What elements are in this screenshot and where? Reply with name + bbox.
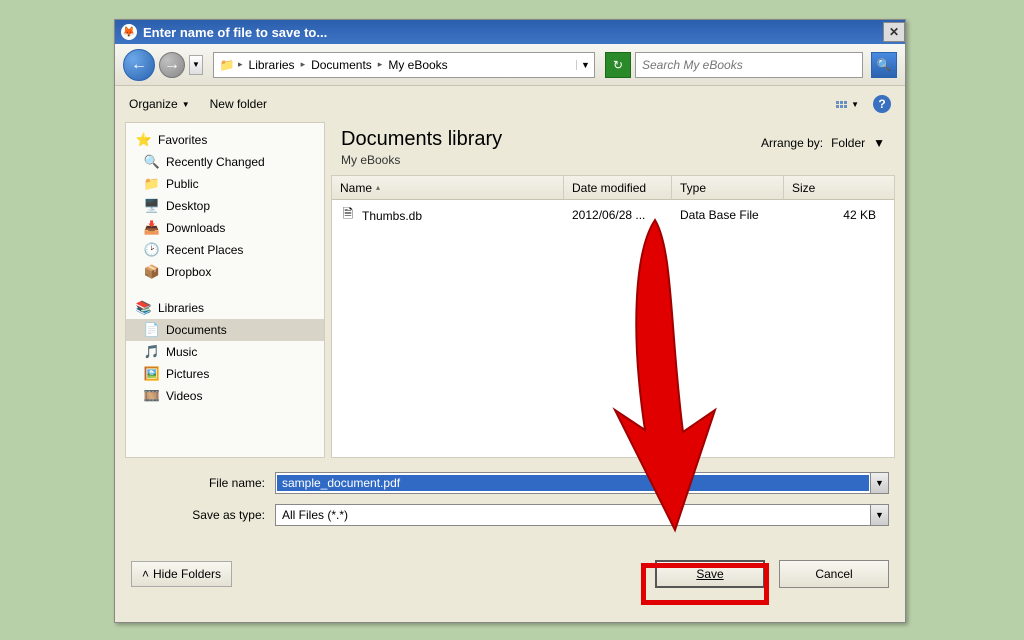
desktop-icon: 🖥️ xyxy=(144,198,160,214)
sidebar-item-videos[interactable]: 🎞️Videos xyxy=(126,385,324,407)
sidebar-item-pictures[interactable]: 🖼️Pictures xyxy=(126,363,324,385)
file-list-header: Name▴ Date modified Type Size xyxy=(332,176,894,200)
document-icon: 📄 xyxy=(144,322,160,338)
saveastype-row: Save as type: All Files (*.*) ▼ xyxy=(131,504,889,526)
new-folder-button[interactable]: New folder xyxy=(210,97,267,111)
filename-value[interactable]: sample_document.pdf xyxy=(277,475,869,491)
chevron-down-icon: ▼ xyxy=(873,136,885,150)
sidebar-item-downloads[interactable]: 📥Downloads xyxy=(126,217,324,239)
chevron-right-icon: ▸ xyxy=(238,59,243,70)
pictures-icon: 🖼️ xyxy=(144,366,160,382)
organize-label: Organize xyxy=(129,97,178,111)
hide-folders-label: Hide Folders xyxy=(153,567,221,581)
music-icon: 🎵 xyxy=(144,344,160,360)
file-name: Thumbs.db xyxy=(362,209,422,223)
column-size[interactable]: Size xyxy=(784,176,884,199)
toolbar: Organize ▼ New folder ▼ ? xyxy=(115,86,905,122)
cancel-button[interactable]: Cancel xyxy=(779,560,889,588)
breadcrumb-myebooks[interactable]: My eBooks xyxy=(384,58,451,72)
view-options-button[interactable]: ▼ xyxy=(836,100,859,109)
chevron-up-icon: ˄ xyxy=(142,567,149,581)
refresh-button[interactable]: ↻ xyxy=(605,52,631,78)
file-list: Name▴ Date modified Type Size 🗎 Thumbs.db… xyxy=(331,175,895,458)
filename-dropdown[interactable]: ▼ xyxy=(870,473,888,493)
breadcrumb-dropdown[interactable]: ▼ xyxy=(576,60,594,70)
nav-bar: ← → ▼ 📁 ▸ Libraries ▸ Documents ▸ My eBo… xyxy=(115,44,905,86)
sidebar-item-music[interactable]: 🎵Music xyxy=(126,341,324,363)
nav-history-dropdown[interactable]: ▼ xyxy=(189,55,203,75)
forward-button[interactable]: → xyxy=(159,52,185,78)
file-size: 42 KB xyxy=(784,206,884,226)
back-button[interactable]: ← xyxy=(123,49,155,81)
file-date: 2012/06/28 ... xyxy=(564,206,672,226)
search-box[interactable] xyxy=(635,52,863,78)
sidebar-favorites-header[interactable]: ⭐ Favorites xyxy=(126,129,324,151)
sort-asc-icon: ▴ xyxy=(376,183,380,192)
sidebar-item-recently-changed[interactable]: 🔍Recently Changed xyxy=(126,151,324,173)
sidebar-item-documents[interactable]: 📄Documents xyxy=(126,319,324,341)
chevron-down-icon: ▼ xyxy=(182,100,190,109)
new-folder-label: New folder xyxy=(210,97,267,111)
save-dialog: 🦊 Enter name of file to save to... ✕ ← →… xyxy=(114,19,906,623)
save-button[interactable]: Save xyxy=(655,560,765,588)
chevron-down-icon: ▼ xyxy=(851,100,859,109)
breadcrumb-documents[interactable]: Documents xyxy=(307,58,376,72)
library-subtitle: My eBooks xyxy=(341,153,502,167)
downloads-icon: 📥 xyxy=(144,220,160,236)
arrange-label: Arrange by: xyxy=(761,136,823,150)
sidebar-item-dropbox[interactable]: 📦Dropbox xyxy=(126,261,324,283)
filename-combo[interactable]: sample_document.pdf ▼ xyxy=(275,472,889,494)
library-header: Documents library My eBooks Arrange by: … xyxy=(331,122,895,175)
saveastype-dropdown[interactable]: ▼ xyxy=(870,505,888,525)
search-input[interactable] xyxy=(642,58,856,72)
star-icon: ⭐ xyxy=(136,132,152,148)
breadcrumb-libraries[interactable]: Libraries xyxy=(245,58,299,72)
column-date[interactable]: Date modified xyxy=(564,176,672,199)
sidebar-favorites-label: Favorites xyxy=(158,133,207,147)
column-name[interactable]: Name▴ xyxy=(332,176,564,199)
bottom-panel: File name: sample_document.pdf ▼ Save as… xyxy=(115,458,905,598)
folder-icon: 📁 xyxy=(144,176,160,192)
recent-icon: 🕑 xyxy=(144,242,160,258)
sidebar-item-public[interactable]: 📁Public xyxy=(126,173,324,195)
videos-icon: 🎞️ xyxy=(144,388,160,404)
content-area: Documents library My eBooks Arrange by: … xyxy=(331,122,895,458)
organize-button[interactable]: Organize ▼ xyxy=(129,97,190,111)
arrange-value: Folder xyxy=(831,136,865,150)
search-folder-icon: 🔍 xyxy=(144,154,160,170)
chevron-right-icon: ▸ xyxy=(378,59,383,70)
saveastype-label: Save as type: xyxy=(131,508,275,522)
libraries-icon: 📚 xyxy=(136,300,152,316)
filename-label: File name: xyxy=(131,476,275,490)
sidebar-item-desktop[interactable]: 🖥️Desktop xyxy=(126,195,324,217)
firefox-icon: 🦊 xyxy=(121,24,137,40)
filename-row: File name: sample_document.pdf ▼ xyxy=(131,472,889,494)
dropbox-icon: 📦 xyxy=(144,264,160,280)
folder-icon: 📁 xyxy=(218,56,236,74)
search-go-button[interactable]: 🔍 xyxy=(871,52,897,78)
saveastype-combo[interactable]: All Files (*.*) ▼ xyxy=(275,504,889,526)
library-title: Documents library xyxy=(341,128,502,151)
sidebar-libraries-header[interactable]: 📚 Libraries xyxy=(126,297,324,319)
help-button[interactable]: ? xyxy=(873,95,891,113)
file-type: Data Base File xyxy=(672,206,784,226)
chevron-right-icon: ▸ xyxy=(301,59,306,70)
column-type[interactable]: Type xyxy=(672,176,784,199)
hide-folders-button[interactable]: ˄ Hide Folders xyxy=(131,561,232,587)
button-row: ˄ Hide Folders Save Cancel xyxy=(131,560,889,588)
file-row[interactable]: 🗎 Thumbs.db 2012/06/28 ... Data Base File… xyxy=(332,200,894,232)
arrange-by[interactable]: Arrange by: Folder ▼ xyxy=(761,136,885,150)
sidebar-libraries-label: Libraries xyxy=(158,301,204,315)
sidebar: ⭐ Favorites 🔍Recently Changed 📁Public 🖥️… xyxy=(125,122,325,458)
close-button[interactable]: ✕ xyxy=(883,22,905,42)
breadcrumb[interactable]: 📁 ▸ Libraries ▸ Documents ▸ My eBooks ▼ xyxy=(213,52,595,78)
db-file-icon: 🗎 xyxy=(340,208,356,224)
window-title: Enter name of file to save to... xyxy=(143,25,327,40)
title-bar: 🦊 Enter name of file to save to... ✕ xyxy=(115,20,905,44)
sidebar-item-recent-places[interactable]: 🕑Recent Places xyxy=(126,239,324,261)
saveastype-value: All Files (*.*) xyxy=(276,508,870,522)
